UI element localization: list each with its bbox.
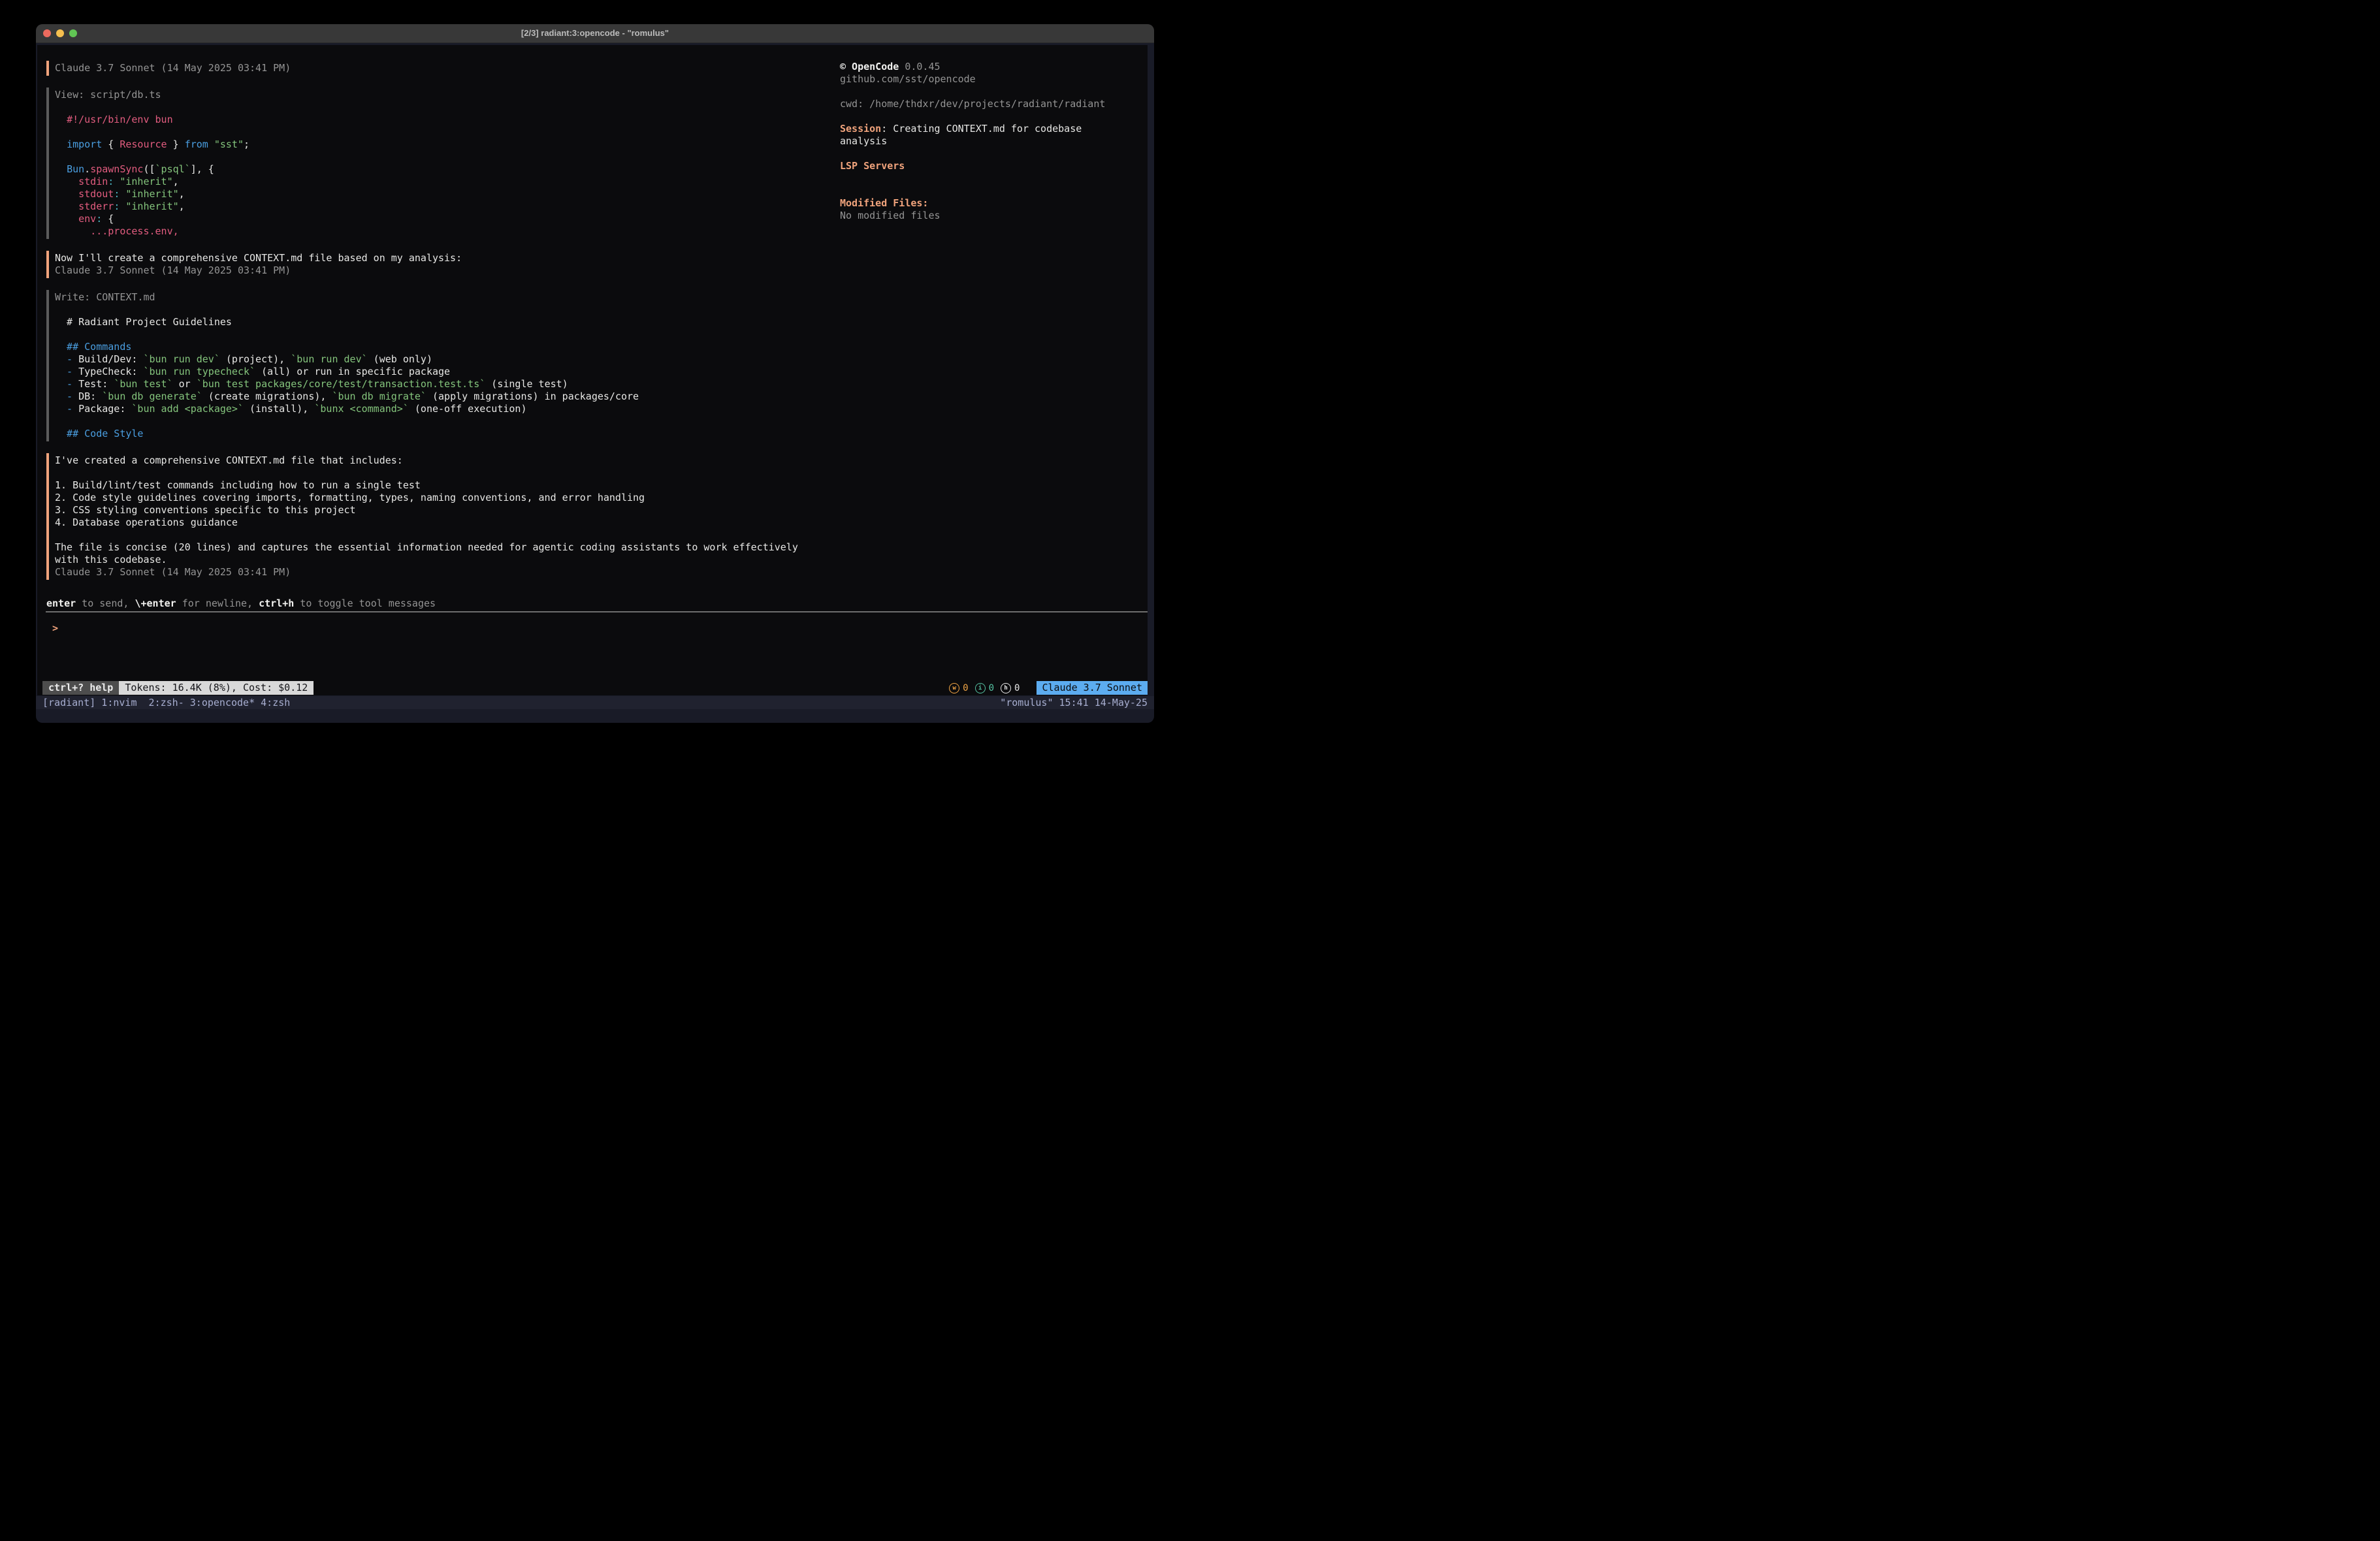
text-line	[55, 151, 824, 163]
tmux-window-list[interactable]: [radiant] 1:nvim 2:zsh- 3:opencode* 4:zs…	[42, 696, 290, 709]
text-line	[55, 467, 824, 479]
text-line: # Radiant Project Guidelines	[55, 316, 824, 328]
text-line: stderr: "inherit",	[55, 200, 824, 213]
warning-count: w0	[949, 683, 968, 693]
text-line: 2. Code style guidelines covering import…	[55, 492, 824, 504]
text-line: Claude 3.7 Sonnet (14 May 2025 03:41 PM)	[55, 566, 824, 579]
text-line: - Package: `bun add <package>` (install)…	[55, 403, 824, 415]
hint-count-value: 0	[1014, 683, 1020, 693]
close-button[interactable]	[43, 29, 51, 37]
window-titlebar[interactable]: [2/3] radiant:3:opencode - "romulus"	[36, 24, 1154, 43]
window-title: [2/3] radiant:3:opencode - "romulus"	[36, 24, 1154, 42]
assistant-message-header: Claude 3.7 Sonnet (14 May 2025 03:41 PM)	[46, 61, 824, 76]
text-line	[55, 101, 824, 114]
maximize-button[interactable]	[69, 29, 77, 37]
text-line	[55, 126, 824, 138]
text-line	[55, 415, 824, 428]
opencode-app: Claude 3.7 Sonnet (14 May 2025 03:41 PM)…	[37, 45, 1148, 695]
text-line	[55, 529, 824, 541]
terminal-window: [2/3] radiant:3:opencode - "romulus" Cla…	[36, 24, 1154, 723]
tool-write-block: Write: CONTEXT.md # Radiant Project Guid…	[46, 290, 824, 441]
text-line	[55, 304, 824, 316]
text-line: env: {	[55, 213, 824, 225]
text-line: Modified Files:	[840, 197, 1144, 210]
composer-divider	[46, 611, 1148, 612]
text-line: - Test: `bun test` or `bun test packages…	[55, 378, 824, 390]
keyboard-hints: enter to send, \+enter for newline, ctrl…	[46, 597, 436, 610]
text-line: 4. Database operations guidance	[55, 516, 824, 529]
terminal-content: Claude 3.7 Sonnet (14 May 2025 03:41 PM)…	[36, 43, 1154, 723]
text-line: with this codebase.	[55, 554, 824, 566]
text-line: The file is concise (20 lines) and captu…	[55, 541, 824, 554]
text-line: LSP Servers	[840, 160, 1144, 172]
prompt-caret-icon: >	[52, 622, 58, 634]
text-line: analysis	[840, 135, 1144, 148]
text-line: 1. Build/lint/test commands including ho…	[55, 479, 824, 492]
text-line: ## Code Style	[55, 428, 824, 440]
assistant-message: Now I'll create a comprehensive CONTEXT.…	[46, 251, 824, 278]
text-line: import { Resource } from "sst";	[55, 138, 824, 151]
status-spacer	[314, 681, 949, 695]
text-line: I've created a comprehensive CONTEXT.md …	[55, 454, 824, 467]
text-line: View: script/db.ts	[55, 89, 824, 101]
warning-count-icon: w	[949, 683, 959, 693]
text-line: Session: Creating CONTEXT.md for codebas…	[840, 123, 1144, 135]
text-line: No modified files	[840, 210, 1144, 222]
text-line	[840, 148, 1144, 160]
hint-count-icon: h	[1001, 683, 1011, 693]
text-line: 3. CSS styling conventions specific to t…	[55, 504, 824, 516]
text-line: ## Commands	[55, 341, 824, 353]
text-line: stdout: "inherit",	[55, 188, 824, 200]
minimize-button[interactable]	[56, 29, 64, 37]
tokens-cost-chip: Tokens: 16.4K (8%), Cost: $0.12	[119, 681, 314, 695]
prompt-input[interactable]: >	[52, 622, 58, 635]
info-count: i0	[975, 683, 994, 693]
hint-count: h0	[1001, 683, 1020, 693]
text-line: Claude 3.7 Sonnet (14 May 2025 03:41 PM)	[55, 62, 824, 74]
text-line: ...process.env,	[55, 225, 824, 238]
text-line: Bun.spawnSync([`psql`], {	[55, 163, 824, 176]
info-count-value: 0	[989, 683, 994, 693]
tmux-session-info: "romulus" 15:41 14-May-25	[1000, 696, 1148, 709]
model-badge[interactable]: Claude 3.7 Sonnet	[1037, 681, 1148, 695]
text-line: stdin: "inherit",	[55, 176, 824, 188]
tool-view-block: View: script/db.ts #!/usr/bin/env bun im…	[46, 87, 824, 239]
text-line: Claude 3.7 Sonnet (14 May 2025 03:41 PM)	[55, 264, 824, 277]
text-line: © OpenCode 0.0.45	[840, 61, 1144, 73]
text-line: github.com/sst/opencode	[840, 73, 1144, 86]
tmux-statusbar: [radiant] 1:nvim 2:zsh- 3:opencode* 4:zs…	[36, 696, 1154, 709]
warning-count-value: 0	[963, 683, 968, 693]
traffic-lights	[43, 29, 77, 37]
text-line: - Build/Dev: `bun run dev` (project), `b…	[55, 353, 824, 366]
text-line: Now I'll create a comprehensive CONTEXT.…	[55, 252, 824, 264]
text-line	[840, 172, 1144, 185]
text-line	[840, 86, 1144, 98]
text-line: - DB: `bun db generate` (create migratio…	[55, 390, 824, 403]
text-line	[840, 185, 1144, 197]
assistant-message: I've created a comprehensive CONTEXT.md …	[46, 453, 824, 580]
text-line: #!/usr/bin/env bun	[55, 114, 824, 126]
text-line	[55, 328, 824, 341]
diagnostics: w0i0h0	[949, 681, 1020, 695]
info-count-icon: i	[975, 683, 986, 693]
session-sidebar: © OpenCode 0.0.45github.com/sst/opencode…	[840, 61, 1144, 222]
chat-history: Claude 3.7 Sonnet (14 May 2025 03:41 PM)…	[46, 61, 824, 592]
text-line: Write: CONTEXT.md	[55, 291, 824, 304]
status-bar: ctrl+? help Tokens: 16.4K (8%), Cost: $0…	[42, 681, 1148, 695]
text-line	[840, 110, 1144, 123]
text-line: - TypeCheck: `bun run typecheck` (all) o…	[55, 366, 824, 378]
help-chip[interactable]: ctrl+? help	[42, 681, 119, 695]
text-line: cwd: /home/thdxr/dev/projects/radiant/ra…	[840, 98, 1144, 110]
